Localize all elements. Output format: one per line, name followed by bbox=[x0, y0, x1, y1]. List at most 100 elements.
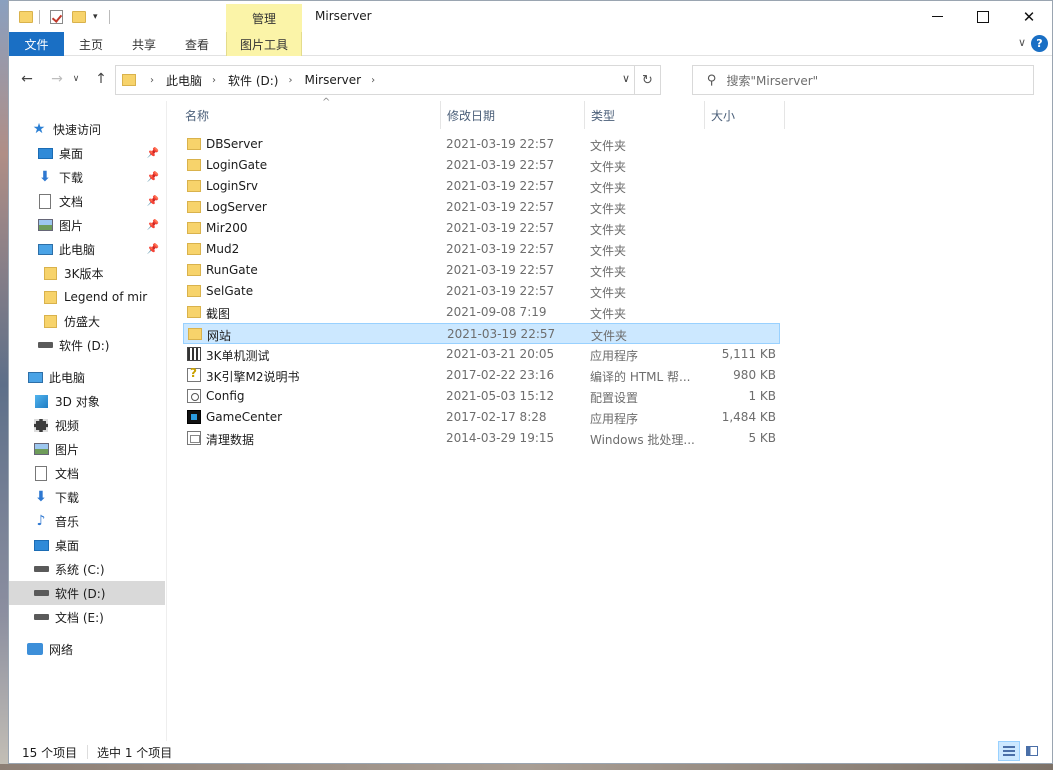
column-divider[interactable] bbox=[704, 101, 705, 129]
breadcrumb-drive-d[interactable]: 软件 (D:) bbox=[228, 72, 278, 89]
search-box[interactable]: ⚲ 搜索"Mirserver" bbox=[692, 65, 1034, 95]
navigation-bar: ← → ∨ ↑ › 此电脑 › 软件 (D:) › Mirserver › ∨ … bbox=[9, 57, 1052, 101]
status-bar: 15 个项目 选中 1 个项目 bbox=[9, 741, 1052, 763]
file-row[interactable]: SelGate 2021-03-19 22:57 文件夹 bbox=[183, 281, 780, 302]
file-row[interactable]: 截图 2021-09-08 7:19 文件夹 bbox=[183, 302, 780, 323]
address-dropdown-icon[interactable]: ∨ bbox=[622, 72, 630, 85]
sidebar-item[interactable]: ⬇ 下载 bbox=[9, 485, 165, 509]
sidebar-item-label: 下载 bbox=[59, 170, 84, 185]
close-button[interactable]: ✕ bbox=[1006, 1, 1052, 32]
forward-button[interactable]: → bbox=[46, 69, 68, 89]
maximize-button[interactable] bbox=[960, 1, 1006, 32]
folder-icon bbox=[187, 243, 201, 255]
breadcrumb-separator[interactable]: › bbox=[288, 75, 292, 86]
breadcrumb-mirserver[interactable]: Mirserver bbox=[304, 73, 361, 87]
file-name: 截图 bbox=[206, 307, 231, 321]
column-header-date[interactable]: 修改日期 bbox=[447, 101, 495, 129]
column-divider[interactable] bbox=[584, 101, 585, 129]
sidebar-item[interactable]: ♪ 音乐 bbox=[9, 509, 165, 533]
sidebar-item[interactable]: 文档 📌 bbox=[9, 189, 165, 213]
sidebar-item[interactable]: ⬇ 下载 📌 bbox=[9, 165, 165, 189]
properties-check-icon[interactable] bbox=[50, 7, 63, 27]
large-icons-view-button[interactable] bbox=[1021, 741, 1043, 761]
explorer-window: ▾ 管理 Mirserver ✕ 文件 主页 共享 查看 图片工具 ∨ ? ← … bbox=[8, 0, 1053, 764]
column-header-name[interactable]: 名称 ^ bbox=[185, 97, 330, 129]
new-folder-icon[interactable] bbox=[72, 7, 86, 27]
file-row[interactable]: Mir200 2021-03-19 22:57 文件夹 bbox=[183, 218, 780, 239]
file-size: 5 KB bbox=[748, 431, 776, 445]
context-tab-group-label[interactable]: 管理 bbox=[226, 4, 302, 32]
video-icon bbox=[33, 418, 49, 432]
sidebar-item-label: 图片 bbox=[55, 442, 80, 457]
breadcrumb-separator[interactable]: › bbox=[212, 75, 216, 86]
file-row[interactable]: GameCenter 2017-02-17 8:28 应用程序 1,484 KB bbox=[183, 407, 780, 428]
minimize-button[interactable] bbox=[914, 1, 960, 32]
navigation-pane: ★ 快速访问 桌面 📌 ⬇ 下载 📌 文档 📌 图片 📌 此电脑 📌 3K版本 Legend of mir 仿… bbox=[9, 101, 167, 741]
sidebar-item[interactable]: 3K版本 bbox=[9, 261, 165, 285]
file-row[interactable]: DBServer 2021-03-19 22:57 文件夹 bbox=[183, 134, 780, 155]
sidebar-item[interactable]: 图片 📌 bbox=[9, 213, 165, 237]
help-icon[interactable]: ? bbox=[1031, 35, 1048, 52]
expand-ribbon-icon[interactable]: ∨ bbox=[1018, 36, 1026, 49]
sidebar-item[interactable]: 文档 (E:) bbox=[9, 605, 165, 629]
breadcrumb-separator[interactable]: › bbox=[371, 75, 375, 86]
tab-home[interactable]: 主页 bbox=[71, 32, 111, 56]
file-row[interactable]: 网站 2021-03-19 22:57 文件夹 bbox=[183, 323, 780, 344]
file-type: Windows 批处理... bbox=[590, 433, 695, 447]
sidebar-item[interactable]: 此电脑 📌 bbox=[9, 237, 165, 261]
sidebar-item[interactable]: 仿盛大 bbox=[9, 309, 165, 333]
sidebar-item[interactable]: 桌面 📌 bbox=[9, 141, 165, 165]
file-row[interactable]: LoginSrv 2021-03-19 22:57 文件夹 bbox=[183, 176, 780, 197]
sidebar-item[interactable]: 3D 对象 bbox=[9, 389, 165, 413]
column-header-type[interactable]: 类型 bbox=[591, 101, 615, 129]
file-row[interactable]: LoginGate 2021-03-19 22:57 文件夹 bbox=[183, 155, 780, 176]
sidebar-item[interactable]: 视频 bbox=[9, 413, 165, 437]
sidebar-item-label: 3D 对象 bbox=[55, 394, 100, 409]
file-type: 文件夹 bbox=[591, 329, 628, 343]
file-row[interactable]: 清理数据 2014-03-29 19:15 Windows 批处理... 5 KB bbox=[183, 428, 780, 449]
tab-picture-tools[interactable]: 图片工具 bbox=[226, 32, 302, 56]
sidebar-item[interactable]: 软件 (D:) bbox=[9, 333, 165, 357]
details-view-button[interactable] bbox=[998, 741, 1020, 761]
file-row[interactable]: 3K单机测试 2021-03-21 20:05 应用程序 5,111 KB bbox=[183, 344, 780, 365]
search-input[interactable]: 搜索"Mirserver" bbox=[727, 72, 819, 89]
file-row[interactable]: RunGate 2021-03-19 22:57 文件夹 bbox=[183, 260, 780, 281]
file-date: 2021-03-19 22:57 bbox=[446, 221, 555, 235]
file-row[interactable]: Mud2 2021-03-19 22:57 文件夹 bbox=[183, 239, 780, 260]
refresh-button[interactable]: ↻ bbox=[634, 66, 660, 94]
sidebar-item[interactable]: 此电脑 bbox=[9, 365, 165, 389]
sidebar-item-label: 文档 bbox=[55, 466, 80, 481]
file-type: 文件夹 bbox=[590, 307, 627, 321]
folder-icon bbox=[42, 266, 58, 280]
sidebar-item[interactable]: Legend of mir bbox=[9, 285, 165, 309]
back-button[interactable]: ← bbox=[16, 69, 38, 89]
picture-icon bbox=[33, 442, 49, 456]
tab-share[interactable]: 共享 bbox=[124, 32, 164, 56]
tab-file[interactable]: 文件 bbox=[9, 32, 64, 56]
file-row[interactable]: LogServer 2021-03-19 22:57 文件夹 bbox=[183, 197, 780, 218]
column-divider[interactable] bbox=[784, 101, 785, 129]
sidebar-item[interactable]: 软件 (D:) bbox=[9, 581, 165, 605]
up-button[interactable]: ↑ bbox=[90, 69, 112, 89]
file-row[interactable]: Config 2021-05-03 15:12 配置设置 1 KB bbox=[183, 386, 780, 407]
customize-toolbar-dropdown[interactable]: ▾ bbox=[93, 7, 98, 27]
tab-view[interactable]: 查看 bbox=[177, 32, 217, 56]
breadcrumb-this-pc[interactable]: 此电脑 bbox=[166, 72, 202, 89]
sidebar-item[interactable]: 桌面 bbox=[9, 533, 165, 557]
file-type: 文件夹 bbox=[590, 202, 627, 216]
sidebar-item[interactable]: 图片 bbox=[9, 437, 165, 461]
address-bar[interactable]: › 此电脑 › 软件 (D:) › Mirserver › ∨ ↻ bbox=[115, 65, 661, 95]
sidebar-item[interactable]: 网络 bbox=[9, 637, 165, 661]
sidebar-item[interactable]: 系统 (C:) bbox=[9, 557, 165, 581]
3d-objects-icon bbox=[33, 394, 49, 408]
quick-access-folder-icon[interactable] bbox=[19, 7, 33, 27]
column-header-size[interactable]: 大小 bbox=[711, 101, 735, 129]
sidebar-item[interactable]: ★ 快速访问 bbox=[9, 117, 165, 141]
column-divider[interactable] bbox=[440, 101, 441, 129]
file-row[interactable]: 3K引擎M2说明书 2017-02-22 23:16 编译的 HTML 帮... 98… bbox=[183, 365, 780, 386]
sidebar-item-label: 系统 (C:) bbox=[55, 562, 105, 577]
sidebar-item[interactable]: 文档 bbox=[9, 461, 165, 485]
file-date: 2021-03-19 22:57 bbox=[446, 263, 555, 277]
file-type: 文件夹 bbox=[590, 223, 627, 237]
recent-locations-button[interactable]: ∨ bbox=[69, 69, 83, 89]
